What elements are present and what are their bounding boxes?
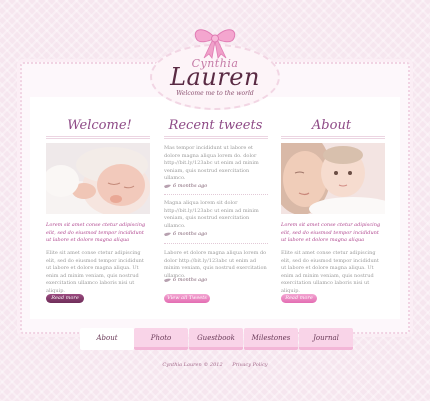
nav-tab-label: Milestones bbox=[251, 334, 291, 342]
copyright-text: Cynthia Lauren © 2012 bbox=[162, 362, 223, 368]
twitter-bird-icon bbox=[164, 232, 171, 236]
welcome-title: Welcome! bbox=[67, 118, 132, 133]
tweet-2-time: 6 months ago bbox=[173, 231, 208, 237]
about-intro: Lorem sit amet conse ctetur adipiscing e… bbox=[281, 222, 381, 243]
view-all-tweets-button[interactable]: View all Tweets bbox=[164, 294, 210, 303]
nav-tab-photo[interactable]: Photo bbox=[134, 328, 188, 350]
footer: Cynthia Lauren © 2012 Privacy Policy bbox=[0, 362, 430, 368]
welcome-intro: Lorem sit amet conse ctetur adipiscing e… bbox=[46, 222, 146, 243]
tweet-2-text: Magna aliqua lorem sit dolor http://bit.… bbox=[164, 200, 259, 229]
nav-tab-about[interactable]: About bbox=[80, 328, 134, 350]
tweet-separator bbox=[164, 194, 268, 195]
nav-tab-label: Journal bbox=[313, 334, 339, 342]
about-divider bbox=[281, 136, 385, 139]
nav-tab-guestbook[interactable]: Guestbook bbox=[189, 328, 243, 350]
twitter-bird-icon bbox=[164, 278, 171, 282]
nav-tab-journal[interactable]: Journal bbox=[299, 328, 353, 350]
sleeping-baby-photo[interactable] bbox=[46, 143, 150, 214]
nav-tab-label: About bbox=[96, 334, 118, 342]
about-title: About bbox=[311, 118, 352, 133]
welcome-read-more-button[interactable]: Read more bbox=[46, 294, 84, 303]
welcome-body: Elite sit amet conse ctetur adipiscing e… bbox=[46, 250, 144, 294]
nav-tab-label: Photo bbox=[150, 334, 172, 342]
twitter-bird-icon bbox=[164, 184, 171, 188]
tweets-divider bbox=[164, 136, 268, 139]
nav-tab-label: Guestbook bbox=[197, 334, 235, 342]
mother-baby-photo[interactable] bbox=[281, 143, 385, 214]
recent-tweets-title: Recent tweets bbox=[168, 118, 263, 133]
welcome-divider bbox=[46, 136, 150, 139]
logo-tagline: Welcome me to the world bbox=[176, 90, 254, 97]
logo-last-name[interactable]: Lauren bbox=[150, 63, 280, 91]
about-body: Elite sit amet conse ctetur adipiscing e… bbox=[281, 250, 379, 294]
tweet-separator bbox=[164, 243, 268, 244]
nav-tab-milestones[interactable]: Milestones bbox=[244, 328, 298, 350]
bow-icon bbox=[194, 29, 236, 59]
tweet-1-text: Mas tempor incididunt ut labore et dolor… bbox=[164, 145, 259, 181]
about-read-more-button[interactable]: Read more bbox=[281, 294, 317, 303]
tweet-1-time: 6 months ago bbox=[173, 183, 208, 189]
tweet-3-text: Labore et dolore magna aliqua lorem do d… bbox=[164, 250, 267, 279]
tweet-3-time: 6 months ago bbox=[173, 277, 208, 283]
privacy-policy-link[interactable]: Privacy Policy bbox=[232, 362, 267, 368]
